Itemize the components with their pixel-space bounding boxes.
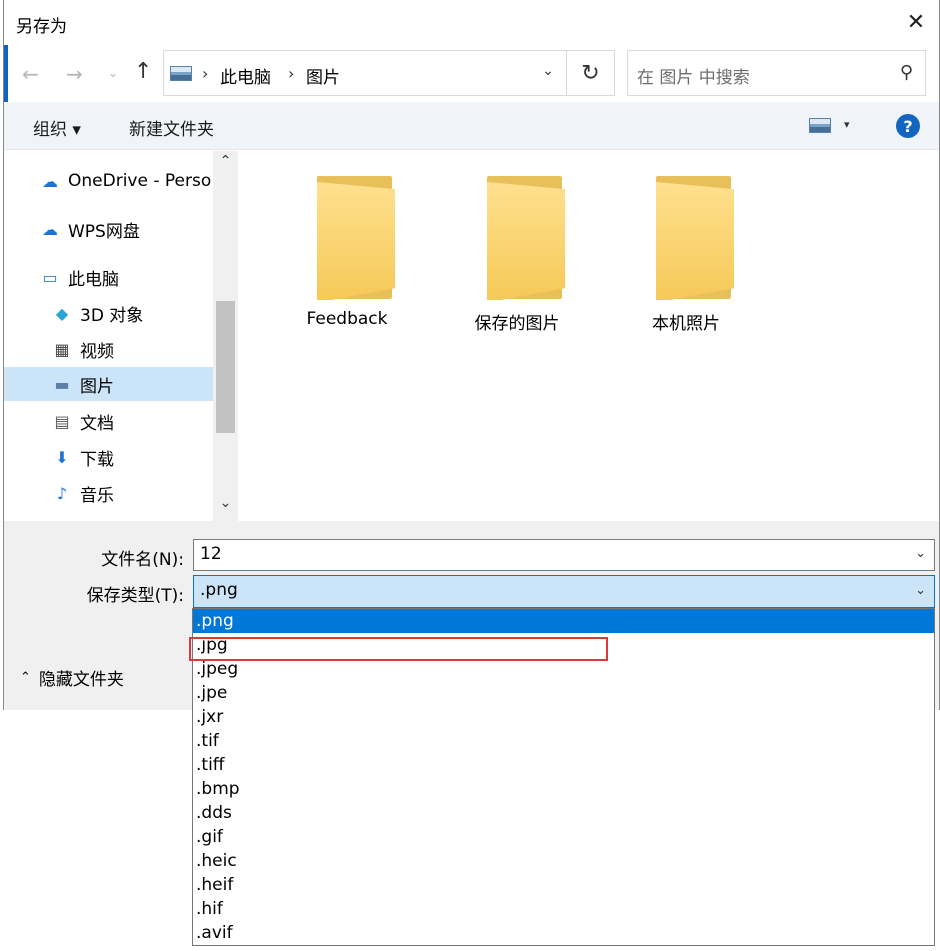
search-placeholder: 在 图片 中搜索 xyxy=(637,68,750,88)
cloud-icon: ☁ xyxy=(42,171,58,191)
dropdown-option[interactable]: .jpeg xyxy=(193,657,934,681)
film-icon: ▦ xyxy=(54,339,70,359)
file-type-label: 保存类型(T): xyxy=(86,586,184,606)
close-button[interactable]: ✕ xyxy=(893,0,939,44)
sidebar-item-music[interactable]: ♪ 音乐 xyxy=(50,476,213,510)
dropdown-option[interactable]: .dds xyxy=(193,801,934,825)
new-folder-button[interactable]: 新建文件夹 xyxy=(129,115,214,140)
dropdown-option[interactable]: .bmp xyxy=(193,777,934,801)
refresh-icon: ↻ xyxy=(581,60,600,86)
refresh-button[interactable]: ↻ xyxy=(567,50,615,96)
sidebar-item-downloads[interactable]: ⬇ 下载 xyxy=(50,440,213,474)
scroll-thumb[interactable] xyxy=(216,301,235,433)
sidebar-item-3d-objects[interactable]: ◆ 3D 对象 xyxy=(50,296,213,330)
sidebar-item-documents[interactable]: ▤ 文档 xyxy=(50,404,213,438)
command-toolbar: 组织 ▾ 新建文件夹 ▾ ? xyxy=(4,102,939,150)
help-button[interactable]: ? xyxy=(896,114,920,138)
navigation-row: ← → ⌄ ↑ › 此电脑 › 图片 ⌄ ↻ 在 图片 中搜索 ⚲ xyxy=(4,44,939,102)
sidebar-item-label: 下载 xyxy=(80,449,114,470)
folder-item-camera-roll[interactable]: 本机照片 xyxy=(616,176,756,336)
sidebar-item-videos[interactable]: ▦ 视频 xyxy=(50,332,213,366)
sidebar-item-onedrive[interactable]: ☁ OneDrive - Perso xyxy=(38,164,213,198)
computer-icon: ▭ xyxy=(42,267,58,287)
title-bar: 另存为 ✕ xyxy=(4,0,939,44)
folder-front-icon xyxy=(487,182,565,300)
folder-front-icon xyxy=(317,182,395,300)
breadcrumb-pictures[interactable]: 图片 xyxy=(306,63,340,88)
file-type-dropdown-list: .png .jpg .jpeg .jpe .jxr .tif .tiff .bmp .dds .g… xyxy=(192,608,935,946)
view-options-icon[interactable] xyxy=(809,118,831,133)
folder-front-icon xyxy=(656,182,734,300)
forward-button[interactable]: → xyxy=(66,62,83,86)
hide-folders-label: 隐藏文件夹 xyxy=(38,670,124,690)
sidebar-item-label: 3D 对象 xyxy=(80,305,144,326)
chevron-right-icon: › xyxy=(202,64,209,83)
hide-folders-button[interactable]: ⌃ 隐藏文件夹 xyxy=(20,665,124,690)
close-icon: ✕ xyxy=(906,9,926,35)
chevron-up-icon: ⌃ xyxy=(20,670,31,685)
recent-locations-button[interactable]: ⌄ xyxy=(108,66,118,80)
folder-label: 本机照片 xyxy=(652,314,720,334)
dropdown-option[interactable]: .heif xyxy=(193,873,934,897)
address-dropdown-chevron-icon[interactable]: ⌄ xyxy=(542,63,554,79)
filename-field[interactable]: 12 ⌄ xyxy=(193,539,935,571)
cloud-icon: ☁ xyxy=(42,219,58,239)
dropdown-option[interactable]: .jpe xyxy=(193,681,934,705)
download-icon: ⬇ xyxy=(55,447,69,467)
sidebar-item-label: 视频 xyxy=(80,341,114,362)
sidebar-item-label: 图片 xyxy=(80,376,114,397)
sidebar-item-label: WPS网盘 xyxy=(68,221,140,242)
sidebar-item-label: 此电脑 xyxy=(68,269,119,290)
filename-value: 12 xyxy=(200,544,222,564)
chevron-up-icon[interactable]: ⌃ xyxy=(213,153,238,177)
sidebar-item-label: 音乐 xyxy=(80,485,114,506)
breadcrumb-this-pc[interactable]: 此电脑 xyxy=(220,63,271,88)
organize-button[interactable]: 组织 ▾ xyxy=(33,115,81,140)
search-icon: ⚲ xyxy=(899,62,913,83)
sidebar-item-label: 文档 xyxy=(80,413,114,434)
dropdown-option[interactable]: .jpg xyxy=(193,633,934,657)
folder-label: Feedback xyxy=(306,309,388,329)
address-bar[interactable]: › 此电脑 › 图片 ⌄ xyxy=(163,50,567,96)
sidebar-item-this-pc[interactable]: ▭ 此电脑 xyxy=(38,260,213,294)
picture-icon: ▬ xyxy=(54,374,70,394)
music-icon: ♪ xyxy=(56,483,68,503)
chevron-down-icon[interactable]: ⌄ xyxy=(915,583,926,598)
search-input[interactable]: 在 图片 中搜索 ⚲ xyxy=(627,50,926,96)
chevron-down-icon[interactable]: ⌄ xyxy=(915,546,926,561)
dropdown-option[interactable]: .jxr xyxy=(193,705,934,729)
folder-label: 保存的图片 xyxy=(474,314,560,334)
folder-item-feedback[interactable]: Feedback xyxy=(277,176,417,336)
filename-label: 文件名(N): xyxy=(101,550,184,570)
back-button[interactable]: ← xyxy=(22,62,39,86)
sidebar-item-wps[interactable]: ☁ WPS网盘 xyxy=(38,212,213,246)
dropdown-option[interactable]: .heic xyxy=(193,849,934,873)
up-button[interactable]: ↑ xyxy=(134,59,152,84)
chevron-down-icon[interactable]: ⌄ xyxy=(213,495,238,519)
navigation-pane: ☁ OneDrive - Perso ☁ WPS网盘 ▭ 此电脑 ◆ 3D 对象… xyxy=(4,151,241,521)
navigation-scrollbar[interactable]: ⌃ ⌄ xyxy=(213,151,238,521)
file-type-select[interactable]: .png ⌄ xyxy=(193,575,935,608)
folder-item-saved-pictures[interactable]: 保存的图片 xyxy=(447,176,587,336)
sidebar-item-label: OneDrive - Perso xyxy=(68,171,212,191)
sidebar-item-pictures[interactable]: ▬ 图片 xyxy=(4,367,213,401)
dropdown-option[interactable]: .png xyxy=(193,609,934,633)
view-dropdown-icon[interactable]: ▾ xyxy=(844,118,850,131)
dropdown-option[interactable]: .hif xyxy=(193,897,934,921)
picture-icon xyxy=(170,66,192,81)
chevron-right-icon: › xyxy=(288,64,295,83)
file-type-value: .png xyxy=(200,580,238,600)
save-as-dialog: 另存为 ✕ ← → ⌄ ↑ › 此电脑 › 图片 ⌄ ↻ 在 图片 中搜索 ⚲ … xyxy=(3,0,940,710)
dialog-title: 另存为 xyxy=(16,17,67,37)
dropdown-option[interactable]: .avif xyxy=(193,921,934,945)
document-icon: ▤ xyxy=(54,411,70,431)
dropdown-option[interactable]: .gif xyxy=(193,825,934,849)
dropdown-option[interactable]: .tiff xyxy=(193,753,934,777)
dropdown-option[interactable]: .tif xyxy=(193,729,934,753)
file-list-area: Feedback 保存的图片 本机照片 xyxy=(242,151,940,521)
cube-icon: ◆ xyxy=(55,303,69,323)
